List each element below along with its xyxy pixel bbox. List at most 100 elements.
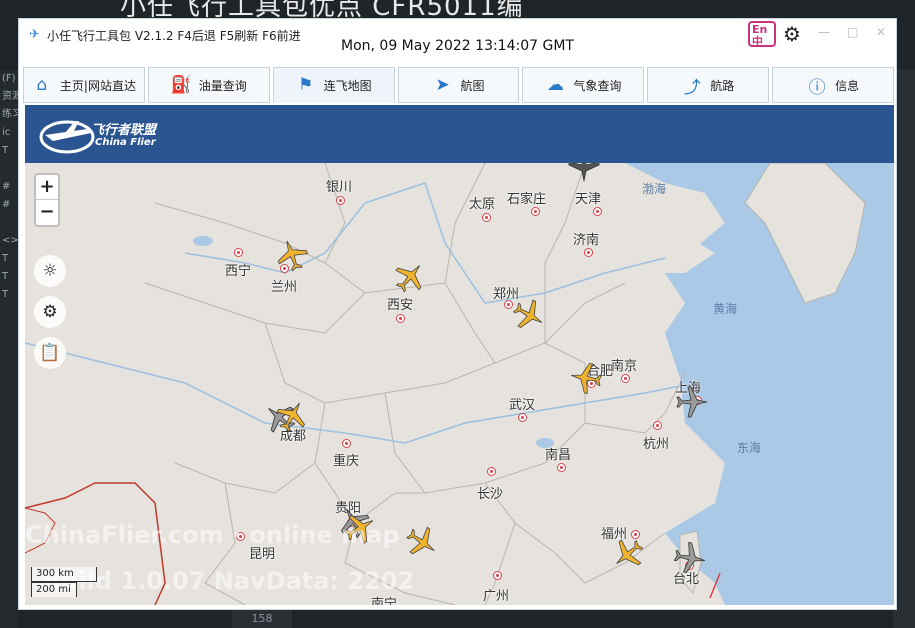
app-icon: ✈ xyxy=(29,27,40,42)
aircraft-icon[interactable] xyxy=(275,399,309,433)
city-marker[interactable] xyxy=(234,248,243,257)
city-marker[interactable] xyxy=(336,196,345,205)
city-label: 武汉 xyxy=(509,398,536,413)
sea-label: 渤海 xyxy=(642,182,667,196)
bg-sidebar-label: T xyxy=(2,271,9,282)
bg-sidebar-label: T xyxy=(2,253,9,264)
minimize-button[interactable]: — xyxy=(818,25,830,39)
city-label: 银川 xyxy=(326,180,353,195)
city-label: 南昌 xyxy=(545,448,572,463)
city-label: 西宁 xyxy=(225,264,252,279)
logo-chinese: 飞行者联盟 xyxy=(91,123,157,138)
city-marker[interactable] xyxy=(493,571,502,580)
main-tabbar: ⌂ 主页|网站直达 ⛽ 油量查询 ⚑ 连飞地图 ➤ 航图 ☁ 气象查询 ⤴ 航路… xyxy=(23,67,895,103)
window-title: 小任飞行工具包 V2.1.2 F4后退 F5刷新 F6前进 xyxy=(47,29,301,43)
weather-icon: ☁ xyxy=(546,75,564,95)
zoom-control: + − xyxy=(34,173,60,227)
map-icon: ⚑ xyxy=(298,75,314,95)
clipboard-icon[interactable]: 📋 xyxy=(34,337,66,369)
settings-cogs-icon[interactable]: ⚙ xyxy=(34,296,66,328)
gear-icon[interactable]: ⚙ xyxy=(783,22,801,46)
zoom-out-button[interactable]: − xyxy=(36,200,58,225)
city-marker[interactable] xyxy=(593,207,602,216)
tab-weather[interactable]: ☁ 气象查询 xyxy=(522,67,645,103)
aircraft-icon[interactable] xyxy=(393,260,427,294)
aircraft-icon[interactable] xyxy=(673,541,707,575)
scale-km: 300 km xyxy=(31,567,97,582)
bg-sidebar-label: ic xyxy=(2,127,11,138)
tab-label: 油量查询 xyxy=(198,78,247,93)
maximize-button[interactable]: □ xyxy=(847,25,858,39)
tab-label: 连飞地图 xyxy=(323,78,372,93)
close-button[interactable]: ✕ xyxy=(876,25,886,39)
tab-label: 信息 xyxy=(835,78,860,93)
sea-label: 黄海 xyxy=(713,302,738,316)
bg-sidebar-label: 资源 xyxy=(2,91,18,102)
tab-fuel[interactable]: ⛽ 油量查询 xyxy=(147,67,270,103)
site-banner: 飞行者联盟 China Flier xyxy=(25,105,894,163)
fuel-icon: ⛽ xyxy=(170,75,192,95)
city-label: 广州 xyxy=(483,589,510,604)
bg-sidebar-label: T xyxy=(2,145,9,156)
aircraft-icon[interactable] xyxy=(569,361,603,395)
logo-english: China Flier xyxy=(95,137,156,148)
tab-online-map[interactable]: ⚑ 连飞地图 xyxy=(272,67,395,103)
city-marker[interactable] xyxy=(396,314,405,323)
city-label: 济南 xyxy=(573,233,600,248)
sea-label: 东海 xyxy=(737,441,762,455)
app-window: ✈ 小任飞行工具包 V2.1.2 F4后退 F5刷新 F6前进 Mon, 09 … xyxy=(18,18,897,610)
city-marker[interactable] xyxy=(342,439,351,448)
tab-label: 航图 xyxy=(460,78,485,93)
map-watermark: ChinaFlier.com · online map xyxy=(25,521,400,549)
city-label: 杭州 xyxy=(643,437,670,452)
bg-sidebar-label xyxy=(0,160,18,178)
language-switch-icon[interactable]: En中 xyxy=(748,21,776,48)
tab-label: 主页|网站直达 xyxy=(59,78,136,93)
map-page: 飞行者联盟 China Flier 银川 太原 石家庄 天津 济南 西宁 兰州 … xyxy=(25,105,894,605)
bg-sidebar-label: (F) xyxy=(2,73,16,84)
map-scale-bar: 300 km 200 mi xyxy=(31,567,103,601)
navigation-icon: ➤ xyxy=(435,75,450,95)
utc-clock: Mon, 09 May 2022 13:14:07 GMT xyxy=(341,38,574,54)
city-marker[interactable] xyxy=(518,413,527,422)
tab-home[interactable]: ⌂ 主页|网站直达 xyxy=(23,67,145,103)
bg-sidebar-label: <> xyxy=(2,235,18,246)
china-flier-logo xyxy=(39,120,95,154)
city-label: 天津 xyxy=(575,192,602,207)
bg-sidebar-label xyxy=(0,214,18,232)
scale-mi: 200 mi xyxy=(31,582,77,597)
title-bar[interactable]: ✈ 小任飞行工具包 V2.1.2 F4后退 F5刷新 F6前进 Mon, 09 … xyxy=(19,19,896,65)
aircraft-icon[interactable] xyxy=(405,525,439,559)
city-marker[interactable] xyxy=(653,421,662,430)
tab-info[interactable]: ⓘ 信息 xyxy=(772,67,895,103)
aircraft-icon[interactable] xyxy=(567,163,601,183)
aircraft-icon[interactable] xyxy=(611,537,645,571)
bg-sidebar-label: T xyxy=(2,289,9,300)
tab-route[interactable]: ⤴ 航路 xyxy=(647,67,770,103)
locate-icon[interactable]: ☼ xyxy=(34,255,66,287)
city-marker[interactable] xyxy=(621,374,630,383)
city-label: 西安 xyxy=(387,298,414,313)
tab-charts[interactable]: ➤ 航图 xyxy=(397,67,520,103)
online-flight-map[interactable]: 银川 太原 石家庄 天津 济南 西宁 兰州 西安 郑州 合肥 南京 上海 武汉 xyxy=(25,163,894,605)
city-label: 南京 xyxy=(611,359,638,374)
city-label: 重庆 xyxy=(333,454,360,469)
city-marker[interactable] xyxy=(557,463,566,472)
background-editor-sidebar: (F) 资源 练习 ic T # # <> T T T xyxy=(0,70,18,628)
city-label: 兰州 xyxy=(271,280,298,295)
route-icon: ⤴ xyxy=(683,77,701,98)
city-marker[interactable] xyxy=(584,248,593,257)
city-label: 石家庄 xyxy=(507,192,547,207)
home-icon: ⌂ xyxy=(36,75,48,95)
zoom-in-button[interactable]: + xyxy=(36,175,58,200)
city-marker[interactable] xyxy=(487,467,496,476)
aircraft-icon[interactable] xyxy=(675,385,709,419)
city-label: 太原 xyxy=(469,197,496,212)
info-icon: ⓘ xyxy=(808,77,826,98)
background-line-number: 158 xyxy=(232,610,292,628)
aircraft-icon[interactable] xyxy=(275,238,309,272)
aircraft-icon[interactable] xyxy=(512,298,546,332)
city-marker[interactable] xyxy=(531,207,540,216)
city-marker[interactable] xyxy=(482,213,491,222)
bg-sidebar-label: # xyxy=(2,199,11,210)
